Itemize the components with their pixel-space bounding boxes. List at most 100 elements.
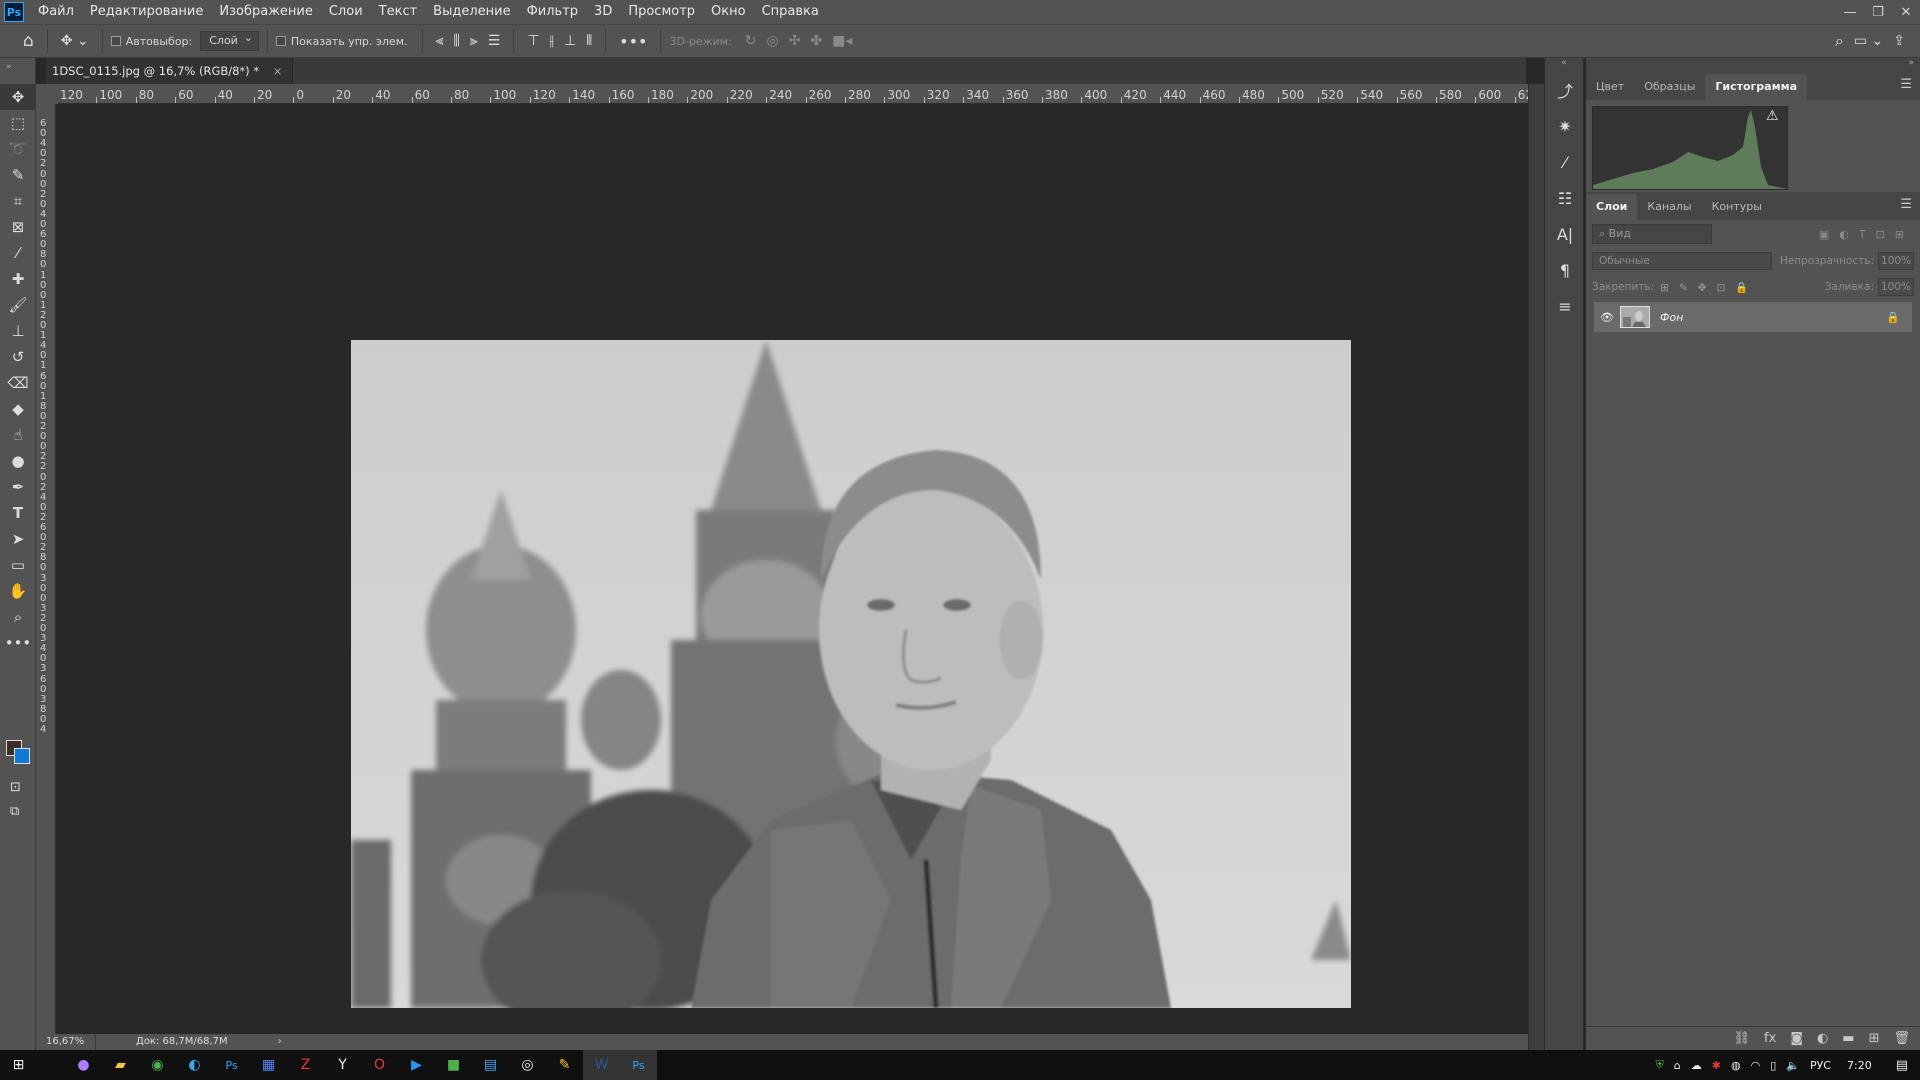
autoselect-dropdown[interactable]: Слой	[200, 29, 259, 51]
search-taskbar-icon[interactable]	[37, 1050, 65, 1080]
properties-panel-icon[interactable]: ☷	[1545, 180, 1585, 216]
close-window-icon[interactable]: ✕	[1892, 5, 1920, 20]
align-middle-v-icon[interactable]: ⫲	[545, 33, 560, 49]
more-options-icon[interactable]: •••	[614, 32, 652, 51]
tab-swatches[interactable]: Образцы	[1634, 74, 1705, 100]
hand-tool-icon[interactable]: ✋	[0, 578, 36, 604]
3d-slide-icon[interactable]: ✤	[805, 33, 827, 49]
adjustment-layer-icon[interactable]: ◐	[1817, 1031, 1828, 1046]
share-icon[interactable]: ⇪	[1888, 33, 1910, 49]
character-panel-icon[interactable]: A|	[1545, 216, 1585, 252]
fill-field[interactable]: 100%	[1878, 278, 1914, 296]
layer-filter-icons[interactable]: ▣◐T⊡⊞	[1819, 228, 1914, 241]
tray-icon-4[interactable]: ◍	[1731, 1059, 1741, 1072]
menu-file[interactable]: Файл	[30, 0, 82, 24]
vertical-ruler[interactable]: 6040200204060801001201401601802002202402…	[36, 104, 56, 1034]
history-brush-icon[interactable]: ↺	[0, 344, 36, 370]
zoom-tool-icon[interactable]: ⌕	[0, 604, 36, 630]
dodge-tool-icon[interactable]: ●	[0, 448, 36, 474]
menu-view[interactable]: Просмотр	[620, 0, 703, 24]
link-layers-icon[interactable]: ⛓	[1734, 1031, 1751, 1046]
align-top-icon[interactable]: ⊤	[522, 33, 544, 49]
canvas-area[interactable]	[58, 104, 1528, 1034]
quick-select-tool-icon[interactable]: ✎	[0, 162, 36, 188]
lasso-tool-icon[interactable]: ➰	[0, 136, 36, 162]
rectangle-tool-icon[interactable]: ▭	[0, 552, 36, 578]
media-player-icon[interactable]: ▶	[398, 1050, 435, 1080]
layer-filter-search[interactable]: ⌕ Вид	[1592, 224, 1712, 244]
document-tab[interactable]: 1DSC_0115.jpg @ 16,7% (RGB/8*) * ×	[46, 58, 294, 84]
brushes-panel-icon[interactable]: ⁄	[1545, 144, 1585, 180]
3d-panel-icon[interactable]: ✷	[1545, 108, 1585, 144]
menu-3d[interactable]: 3D	[586, 0, 620, 24]
word-icon[interactable]: W	[583, 1050, 620, 1080]
notes-icon[interactable]: ✎	[546, 1050, 583, 1080]
panel-menu-icon[interactable]: ☰	[1900, 77, 1912, 92]
horizontal-ruler[interactable]: 120 100 80 60 40 20 0 20 40 60 80 100 120 140 160 180 20…	[58, 84, 1528, 104]
clone-stamp-icon[interactable]: ⊥	[0, 318, 36, 344]
menu-edit[interactable]: Редактирование	[82, 0, 211, 24]
language-indicator[interactable]: РУС	[1810, 1059, 1831, 1072]
quick-mask-icon[interactable]: ⊡	[10, 780, 21, 795]
battery-icon[interactable]: ▯	[1770, 1059, 1776, 1072]
pen-tool-icon[interactable]: ✒	[0, 474, 36, 500]
marquee-tool-icon[interactable]: ⬚	[0, 110, 36, 136]
menu-window[interactable]: Окно	[703, 0, 754, 24]
tab-color[interactable]: Цвет	[1586, 74, 1634, 100]
history-panel-icon[interactable]: ⤴	[1545, 72, 1585, 108]
eraser-tool-icon[interactable]: ⌫	[0, 370, 36, 396]
calendar-icon[interactable]: ▦	[250, 1050, 287, 1080]
paint-bucket-icon[interactable]: ◆	[0, 396, 36, 422]
clock[interactable]: 7:20	[1847, 1059, 1872, 1072]
type-tool-icon[interactable]: T	[0, 500, 36, 526]
app-blue-icon[interactable]: ▤	[472, 1050, 509, 1080]
crop-tool-icon[interactable]: ⌗	[0, 188, 36, 214]
menu-type[interactable]: Текст	[371, 0, 426, 24]
healing-brush-icon[interactable]: ✚	[0, 266, 36, 292]
align-right-icon[interactable]: ⫸	[465, 33, 483, 49]
background-color-swatch[interactable]	[14, 748, 30, 764]
tray-icon-2[interactable]: ☁	[1691, 1059, 1702, 1072]
assistant-icon[interactable]: ●	[65, 1050, 102, 1080]
adjustments-panel-icon[interactable]: ≡	[1545, 288, 1585, 324]
3d-camera-icon[interactable]: ■◂	[827, 33, 857, 49]
workspace-icon[interactable]: ▭ ⌄	[1849, 33, 1888, 49]
delete-layer-icon[interactable]: 🗑	[1893, 1031, 1910, 1046]
restore-icon[interactable]: ❐	[1864, 5, 1892, 20]
3d-pan-icon[interactable]: ✣	[784, 33, 806, 49]
file-explorer-icon[interactable]: ▰	[102, 1050, 139, 1080]
tab-histogram[interactable]: Гистограмма	[1705, 74, 1808, 100]
align-center-h-icon[interactable]: ⫼	[448, 33, 464, 49]
tab-paths[interactable]: Контуры	[1702, 194, 1772, 220]
path-select-icon[interactable]: ➤	[0, 526, 36, 552]
align-bottom-icon[interactable]: ⊥	[559, 33, 581, 49]
collapse-arrows-icon[interactable]: »	[0, 58, 35, 84]
app-green-icon[interactable]: ■	[435, 1050, 472, 1080]
3d-orbit-icon[interactable]: ↻	[740, 33, 762, 49]
tray-icon-3[interactable]: ✱	[1712, 1059, 1721, 1072]
layer-row-background[interactable]: 👁 Фон 🔒	[1594, 302, 1912, 332]
menu-select[interactable]: Выделение	[425, 0, 518, 24]
canvas-vertical-scrollbar[interactable]	[1528, 84, 1544, 1050]
opera-icon[interactable]: O	[361, 1050, 398, 1080]
new-group-icon[interactable]: ▬	[1842, 1031, 1854, 1046]
visibility-eye-icon[interactable]: 👁	[1594, 311, 1620, 324]
blend-mode-dropdown[interactable]: Обычные	[1592, 252, 1772, 270]
autoselect-checkbox[interactable]	[110, 36, 121, 46]
eyedropper-tool-icon[interactable]: ⁄	[0, 240, 36, 266]
search-icon[interactable]: ⌕	[1830, 31, 1849, 51]
opacity-field[interactable]: 100%	[1878, 252, 1914, 270]
lock-icons[interactable]: ⊞✎✥⊡🔒	[1660, 281, 1758, 294]
tab-layers[interactable]: Слои	[1586, 194, 1638, 220]
move-tool-preset-icon[interactable]: ✥ ⌄	[56, 33, 94, 49]
smudge-tool-icon[interactable]: ☝	[0, 422, 36, 448]
minimize-icon[interactable]: —	[1836, 5, 1864, 20]
notifications-icon[interactable]: ▤	[1896, 1058, 1908, 1073]
menu-help[interactable]: Справка	[754, 0, 827, 24]
filezilla-icon[interactable]: Z	[287, 1050, 324, 1080]
distribute-h-icon[interactable]: ⫴	[581, 33, 597, 49]
menu-filter[interactable]: Фильтр	[519, 0, 586, 24]
app-circle-icon[interactable]: ◎	[509, 1050, 546, 1080]
collapse-dock-icon[interactable]: »	[1586, 58, 1920, 72]
screen-mode-icon[interactable]: ⧉	[10, 804, 19, 819]
